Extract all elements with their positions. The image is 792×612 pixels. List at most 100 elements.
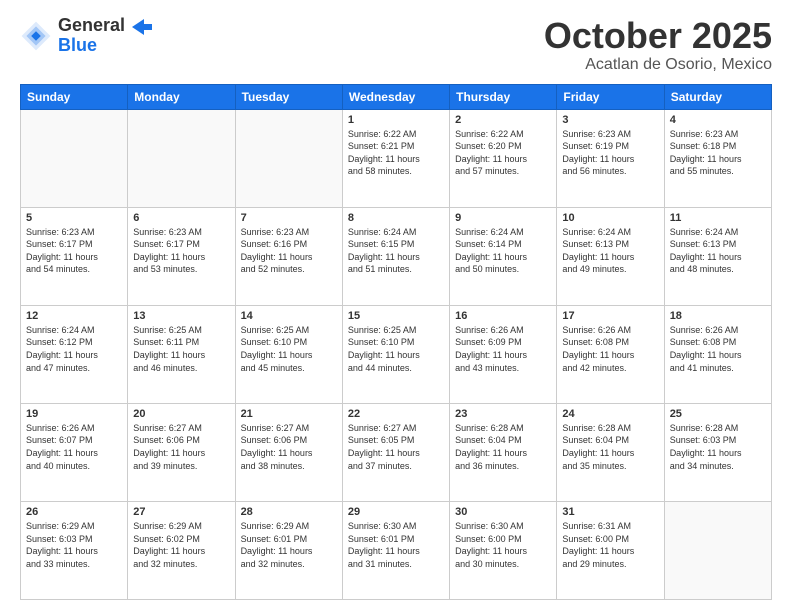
page: General Blue October 2025 Acatlan de Oso… — [0, 0, 792, 612]
day-info: Sunrise: 6:30 AMSunset: 6:00 PMDaylight:… — [455, 520, 551, 570]
header-monday: Monday — [128, 84, 235, 109]
day-number: 19 — [26, 408, 122, 420]
day-number: 9 — [455, 212, 551, 224]
day-number: 21 — [241, 408, 337, 420]
day-number: 26 — [26, 506, 122, 518]
day-info: Sunrise: 6:28 AMSunset: 6:04 PMDaylight:… — [455, 422, 551, 472]
logo-general: General — [58, 16, 152, 36]
calendar-cell-3-5: 24Sunrise: 6:28 AMSunset: 6:04 PMDayligh… — [557, 403, 664, 501]
logo-text: General Blue — [58, 16, 152, 56]
day-number: 16 — [455, 310, 551, 322]
day-number: 28 — [241, 506, 337, 518]
location-subtitle: Acatlan de Osorio, Mexico — [544, 56, 772, 74]
day-info: Sunrise: 6:29 AMSunset: 6:01 PMDaylight:… — [241, 520, 337, 570]
day-number: 29 — [348, 506, 444, 518]
day-number: 18 — [670, 310, 766, 322]
day-info: Sunrise: 6:31 AMSunset: 6:00 PMDaylight:… — [562, 520, 658, 570]
day-info: Sunrise: 6:26 AMSunset: 6:07 PMDaylight:… — [26, 422, 122, 472]
day-number: 11 — [670, 212, 766, 224]
day-info: Sunrise: 6:23 AMSunset: 6:19 PMDaylight:… — [562, 128, 658, 178]
day-info: Sunrise: 6:28 AMSunset: 6:04 PMDaylight:… — [562, 422, 658, 472]
day-number: 7 — [241, 212, 337, 224]
week-row-4: 26 Sunrise: 6:29 AMSunset: 6:03 PMDayligh… — [21, 501, 772, 599]
calendar-cell-4-6 — [664, 501, 771, 599]
calendar-cell-4-2: 28 Sunrise: 6:29 AMSunset: 6:01 PMDayligh… — [235, 501, 342, 599]
day-number: 17 — [562, 310, 658, 322]
header-saturday: Saturday — [664, 84, 771, 109]
day-number: 27 — [133, 506, 229, 518]
day-info: Sunrise: 6:23 AMSunset: 6:17 PMDaylight:… — [133, 226, 229, 276]
calendar-cell-3-6: 25 Sunrise: 6:28 AMSunset: 6:03 PMDayligh… — [664, 403, 771, 501]
calendar-cell-1-6: 11 Sunrise: 6:24 AMSunset: 6:13 PMDayligh… — [664, 207, 771, 305]
calendar-cell-2-4: 16 Sunrise: 6:26 AMSunset: 6:09 PMDayligh… — [450, 305, 557, 403]
header-friday: Friday — [557, 84, 664, 109]
calendar-cell-4-3: 29 Sunrise: 6:30 AMSunset: 6:01 PMDayligh… — [342, 501, 449, 599]
day-number: 12 — [26, 310, 122, 322]
day-number: 1 — [348, 114, 444, 126]
day-number: 22 — [348, 408, 444, 420]
day-info: Sunrise: 6:25 AMSunset: 6:10 PMDaylight:… — [241, 324, 337, 374]
header-tuesday: Tuesday — [235, 84, 342, 109]
calendar-cell-4-1: 27Sunrise: 6:29 AMSunset: 6:02 PMDayligh… — [128, 501, 235, 599]
calendar-table: Sunday Monday Tuesday Wednesday Thursday… — [20, 84, 772, 600]
day-info: Sunrise: 6:27 AMSunset: 6:06 PMDaylight:… — [241, 422, 337, 472]
day-info: Sunrise: 6:29 AMSunset: 6:03 PMDaylight:… — [26, 520, 122, 570]
calendar-cell-4-0: 26 Sunrise: 6:29 AMSunset: 6:03 PMDayligh… — [21, 501, 128, 599]
logo: General Blue — [20, 16, 152, 56]
day-info: Sunrise: 6:27 AMSunset: 6:05 PMDaylight:… — [348, 422, 444, 472]
day-number: 15 — [348, 310, 444, 322]
day-info: Sunrise: 6:30 AMSunset: 6:01 PMDaylight:… — [348, 520, 444, 570]
day-info: Sunrise: 6:24 AMSunset: 6:15 PMDaylight:… — [348, 226, 444, 276]
calendar-cell-2-3: 15Sunrise: 6:25 AMSunset: 6:10 PMDayligh… — [342, 305, 449, 403]
calendar-cell-0-0 — [21, 109, 128, 207]
calendar-cell-1-1: 6 Sunrise: 6:23 AMSunset: 6:17 PMDaylight… — [128, 207, 235, 305]
header-thursday: Thursday — [450, 84, 557, 109]
calendar-cell-0-5: 3 Sunrise: 6:23 AMSunset: 6:19 PMDaylight… — [557, 109, 664, 207]
calendar-cell-1-3: 8 Sunrise: 6:24 AMSunset: 6:15 PMDaylight… — [342, 207, 449, 305]
month-title: October 2025 — [544, 16, 772, 56]
day-info: Sunrise: 6:23 AMSunset: 6:17 PMDaylight:… — [26, 226, 122, 276]
day-info: Sunrise: 6:26 AMSunset: 6:09 PMDaylight:… — [455, 324, 551, 374]
logo-icon — [20, 20, 52, 52]
day-number: 3 — [562, 114, 658, 126]
day-number: 13 — [133, 310, 229, 322]
calendar-cell-1-4: 9 Sunrise: 6:24 AMSunset: 6:14 PMDaylight… — [450, 207, 557, 305]
day-number: 2 — [455, 114, 551, 126]
day-info: Sunrise: 6:26 AMSunset: 6:08 PMDaylight:… — [562, 324, 658, 374]
week-row-2: 12Sunrise: 6:24 AMSunset: 6:12 PMDayligh… — [21, 305, 772, 403]
calendar-cell-3-4: 23 Sunrise: 6:28 AMSunset: 6:04 PMDayligh… — [450, 403, 557, 501]
calendar-cell-1-5: 10Sunrise: 6:24 AMSunset: 6:13 PMDayligh… — [557, 207, 664, 305]
logo-blue: Blue — [58, 36, 152, 56]
day-number: 23 — [455, 408, 551, 420]
day-info: Sunrise: 6:27 AMSunset: 6:06 PMDaylight:… — [133, 422, 229, 472]
calendar-cell-2-0: 12Sunrise: 6:24 AMSunset: 6:12 PMDayligh… — [21, 305, 128, 403]
day-info: Sunrise: 6:28 AMSunset: 6:03 PMDaylight:… — [670, 422, 766, 472]
day-number: 8 — [348, 212, 444, 224]
header-sunday: Sunday — [21, 84, 128, 109]
week-row-1: 5Sunrise: 6:23 AMSunset: 6:17 PMDaylight… — [21, 207, 772, 305]
calendar-cell-2-1: 13 Sunrise: 6:25 AMSunset: 6:11 PMDayligh… — [128, 305, 235, 403]
week-row-3: 19 Sunrise: 6:26 AMSunset: 6:07 PMDayligh… — [21, 403, 772, 501]
logo-arrow-icon — [132, 19, 152, 35]
calendar-cell-0-3: 1 Sunrise: 6:22 AMSunset: 6:21 PMDaylight… — [342, 109, 449, 207]
day-number: 14 — [241, 310, 337, 322]
day-number: 31 — [562, 506, 658, 518]
day-number: 4 — [670, 114, 766, 126]
day-info: Sunrise: 6:22 AMSunset: 6:21 PMDaylight:… — [348, 128, 444, 178]
day-number: 20 — [133, 408, 229, 420]
calendar-cell-0-1 — [128, 109, 235, 207]
calendar-cell-1-0: 5Sunrise: 6:23 AMSunset: 6:17 PMDaylight… — [21, 207, 128, 305]
day-info: Sunrise: 6:23 AMSunset: 6:18 PMDaylight:… — [670, 128, 766, 178]
header-wednesday: Wednesday — [342, 84, 449, 109]
day-info: Sunrise: 6:25 AMSunset: 6:11 PMDaylight:… — [133, 324, 229, 374]
calendar-cell-4-4: 30Sunrise: 6:30 AMSunset: 6:00 PMDayligh… — [450, 501, 557, 599]
calendar-cell-3-2: 21 Sunrise: 6:27 AMSunset: 6:06 PMDayligh… — [235, 403, 342, 501]
day-number: 6 — [133, 212, 229, 224]
title-area: October 2025 Acatlan de Osorio, Mexico — [544, 16, 772, 74]
calendar-cell-4-5: 31 Sunrise: 6:31 AMSunset: 6:00 PMDayligh… — [557, 501, 664, 599]
day-info: Sunrise: 6:24 AMSunset: 6:13 PMDaylight:… — [670, 226, 766, 276]
day-info: Sunrise: 6:24 AMSunset: 6:14 PMDaylight:… — [455, 226, 551, 276]
calendar-cell-3-0: 19 Sunrise: 6:26 AMSunset: 6:07 PMDayligh… — [21, 403, 128, 501]
day-info: Sunrise: 6:26 AMSunset: 6:08 PMDaylight:… — [670, 324, 766, 374]
day-number: 25 — [670, 408, 766, 420]
